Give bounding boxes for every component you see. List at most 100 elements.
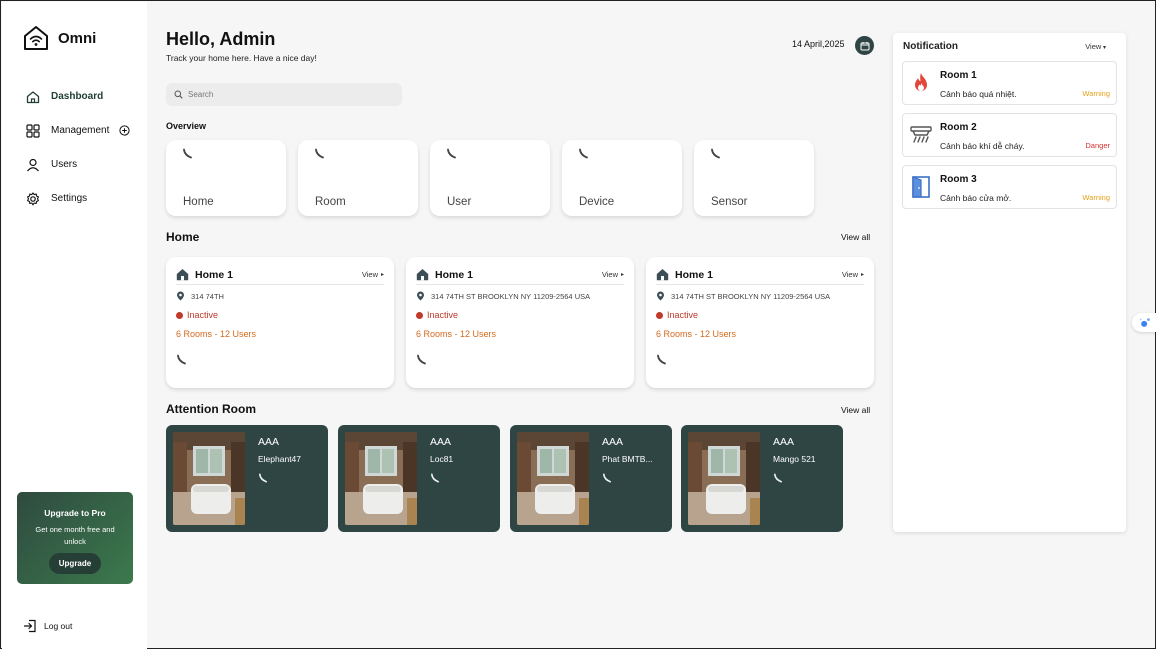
search-icon [174,90,183,99]
notification-room: Room 1 [940,70,977,81]
home-card-counts: 6 Rooms - 12 Users [656,329,737,339]
notification-item[interactable]: Room 3 Cảnh báo cửa mở. Warning [902,165,1117,209]
room-card-name: Elephant47 [258,454,302,464]
sidebar-item-management[interactable]: Management [26,122,144,139]
overview-card-label: Device [579,196,615,208]
sidebar-item-settings[interactable]: Settings [26,190,144,207]
status-badge: Inactive [656,310,698,320]
home-card[interactable]: Home 1 View 314 74TH Inactive 6 Rooms - … [166,257,394,388]
home-card-name: Home 1 [435,268,473,281]
calendar-button[interactable] [855,36,874,55]
room-photo [688,432,760,525]
loading-spinner-icon [774,473,783,483]
home-view-all-link[interactable]: View all [841,232,870,242]
sidebar-item-dashboard[interactable]: Dashboard [26,88,144,105]
home-card-address: 314 74TH ST BROOKLYN NY 11209-2564 USA [656,291,830,301]
loading-spinner-icon [711,148,720,159]
home-card-header: Home 1 View [416,265,624,285]
notification-level: Warning [1082,193,1110,202]
sidebar-item-label: Users [51,159,78,170]
status-dot [656,311,663,319]
overview-card-device[interactable]: Device [562,140,682,216]
notification-level: Danger [1085,141,1110,150]
grid-icon [26,123,40,138]
floating-assistant-button[interactable] [1132,313,1156,332]
home-card-address: 314 74TH ST BROOKLYN NY 11209-2564 USA [416,291,590,301]
app-frame: Omni Dashboard Management Users Settings [0,0,1156,649]
loading-spinner-icon [183,148,192,159]
overview-card-label: Sensor [711,196,748,208]
status-dot [416,311,423,319]
home-card-header: Home 1 View [656,265,864,285]
notification-message: Cảnh báo quá nhiệt. [940,89,1017,99]
attention-room-card[interactable]: AAA Loc81 [338,425,500,532]
loading-spinner-icon [657,354,666,365]
home-card-counts: 6 Rooms - 12 Users [176,329,257,339]
home-icon [26,90,40,103]
bathroom-photo-icon [688,432,760,525]
overview-card-sensor[interactable]: Sensor [694,140,814,216]
status-text: Inactive [187,310,219,320]
fire-icon [915,73,927,91]
overview-card-room[interactable]: Room [298,140,418,216]
notification-item[interactable]: Room 1 Cảnh báo quá nhiệt. Warning [902,61,1117,105]
home-card-view-button[interactable]: View [602,270,624,279]
notification-message: Cảnh báo cửa mở. [940,193,1012,203]
home-card[interactable]: Home 1 View 314 74TH ST BROOKLYN NY 1120… [646,257,874,388]
home-card-header: Home 1 View [176,265,384,285]
overview-card-label: Home [183,196,214,208]
loading-spinner-icon [177,354,186,365]
overview-card-home[interactable]: Home [166,140,286,216]
loading-spinner-icon [417,354,426,365]
notification-view-dropdown[interactable]: View [1085,42,1106,51]
attention-room-card[interactable]: AAA Mango 521 [681,425,843,532]
attention-view-all-link[interactable]: View all [841,405,870,415]
search-bar[interactable] [166,83,402,106]
status-badge: Inactive [416,310,458,320]
attention-room-card[interactable]: AAA Phat BMTB... [510,425,672,532]
house-icon [416,269,429,281]
home-card-view-button[interactable]: View [842,270,864,279]
notification-title: Notification [903,41,958,52]
sidebar: Omni Dashboard Management Users Settings [2,2,147,649]
room-card-title: AAA [430,436,452,448]
location-pin-icon [177,291,184,301]
house-icon [656,269,669,281]
home-wifi-logo-icon [24,26,48,50]
sidebar-nav: Dashboard Management Users Settings [26,88,144,224]
sidebar-item-label: Management [51,125,110,136]
home-card-view-button[interactable]: View [362,270,384,279]
upgrade-button[interactable]: Upgrade [48,553,102,574]
logout-icon [23,619,36,633]
upgrade-title: Upgrade to Pro [44,508,106,518]
greeting-block: Hello, Admin Track your home here. Have … [166,29,317,63]
logo[interactable]: Omni [22,24,96,52]
home-card[interactable]: Home 1 View 314 74TH ST BROOKLYN NY 1120… [406,257,634,388]
notification-room: Room 3 [940,174,977,185]
home-card-address: 314 74TH [176,291,224,301]
notification-level: Warning [1082,89,1110,98]
loading-spinner-icon [431,473,440,483]
greeting-title: Hello, Admin [166,29,276,49]
sidebar-item-users[interactable]: Users [26,156,144,173]
plus-circle-icon[interactable] [119,125,130,136]
room-card-name: Mango 521 [773,454,816,464]
bathroom-photo-icon [173,432,245,525]
loading-spinner-icon [259,473,268,483]
room-card-name: Phat BMTB... [602,454,653,464]
door-open-icon [912,176,930,198]
notification-item[interactable]: Room 2 Cảnh báo khí dễ cháy. Danger [902,113,1117,157]
calendar-icon [860,41,869,50]
sidebar-item-label: Dashboard [51,91,104,102]
logout-button[interactable]: Log out [23,619,72,633]
home-section-title: Home [166,230,200,244]
loading-spinner-icon [603,473,612,483]
overview-card-user[interactable]: User [430,140,550,216]
search-input[interactable] [188,90,388,99]
upgrade-card: Upgrade to Pro Get one month free and un… [17,492,133,584]
attention-room-card[interactable]: AAA Elephant47 [166,425,328,532]
home-card-name: Home 1 [195,268,233,281]
user-icon [27,158,39,171]
status-text: Inactive [427,310,459,320]
overview-card-label: User [447,196,472,208]
